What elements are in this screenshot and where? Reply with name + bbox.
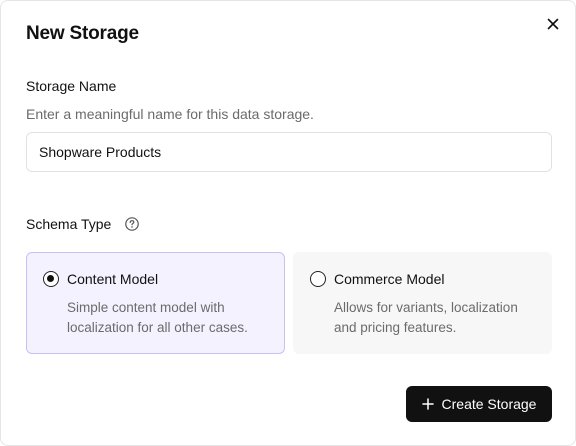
- radio-button-unselected[interactable]: [310, 271, 326, 287]
- option-description: Simple content model with localization f…: [67, 300, 248, 335]
- schema-option-commerce-model[interactable]: Commerce Model Allows for variants, loca…: [293, 252, 552, 354]
- close-icon: [547, 18, 559, 30]
- option-title: Commerce Model: [334, 271, 445, 287]
- option-description: Allows for variants, localization and pr…: [334, 300, 518, 335]
- create-storage-button[interactable]: Create Storage: [406, 386, 552, 422]
- dialog-title: New Storage: [26, 23, 139, 44]
- create-storage-label: Create Storage: [441, 396, 537, 412]
- schema-option-content-model[interactable]: Content Model Simple content model with …: [26, 252, 285, 354]
- new-storage-dialog: New Storage Storage Name Enter a meaning…: [0, 0, 576, 446]
- schema-type-label: Schema Type: [26, 216, 112, 232]
- close-button[interactable]: [544, 15, 562, 33]
- help-button[interactable]: [124, 216, 140, 232]
- storage-name-input[interactable]: [26, 132, 552, 172]
- storage-name-help: Enter a meaningful name for this data st…: [26, 106, 314, 122]
- storage-name-label: Storage Name: [26, 78, 117, 94]
- radio-dot: [47, 275, 54, 282]
- plus-icon: [421, 398, 434, 410]
- help-circle-icon: [125, 217, 139, 231]
- option-title: Content Model: [67, 271, 159, 287]
- radio-button-selected[interactable]: [43, 271, 59, 287]
